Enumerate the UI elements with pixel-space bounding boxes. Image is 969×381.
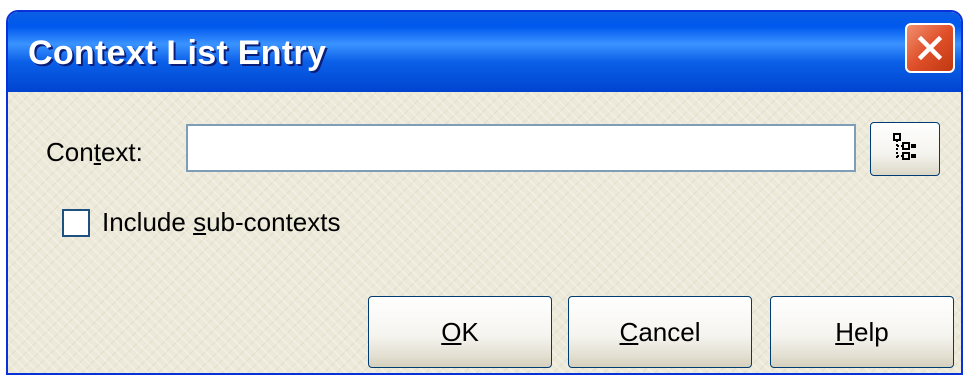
context-input[interactable] — [186, 124, 856, 172]
context-label: Context: — [46, 137, 143, 167]
window-title: Context List Entry — [28, 34, 327, 72]
browse-context-button[interactable] — [870, 122, 940, 176]
dialog-body: Context: Include sub-contexts OK Cancel … — [8, 92, 961, 373]
dialog-window: Context List Entry Context: Include sub-… — [6, 10, 963, 375]
ok-button-label: OK — [441, 316, 479, 347]
tree-list-icon — [892, 132, 918, 167]
help-button-label: Help — [835, 316, 889, 347]
help-button[interactable]: Help — [770, 296, 954, 368]
close-icon — [915, 33, 945, 63]
cancel-button-label: Cancel — [619, 316, 701, 347]
title-bar[interactable]: Context List Entry — [8, 12, 961, 92]
include-sub-contexts-checkbox[interactable] — [62, 209, 90, 237]
cancel-button[interactable]: Cancel — [568, 296, 752, 368]
close-button[interactable] — [905, 23, 955, 73]
ok-button[interactable]: OK — [368, 296, 552, 368]
include-sub-contexts-label[interactable]: Include sub-contexts — [102, 207, 340, 238]
